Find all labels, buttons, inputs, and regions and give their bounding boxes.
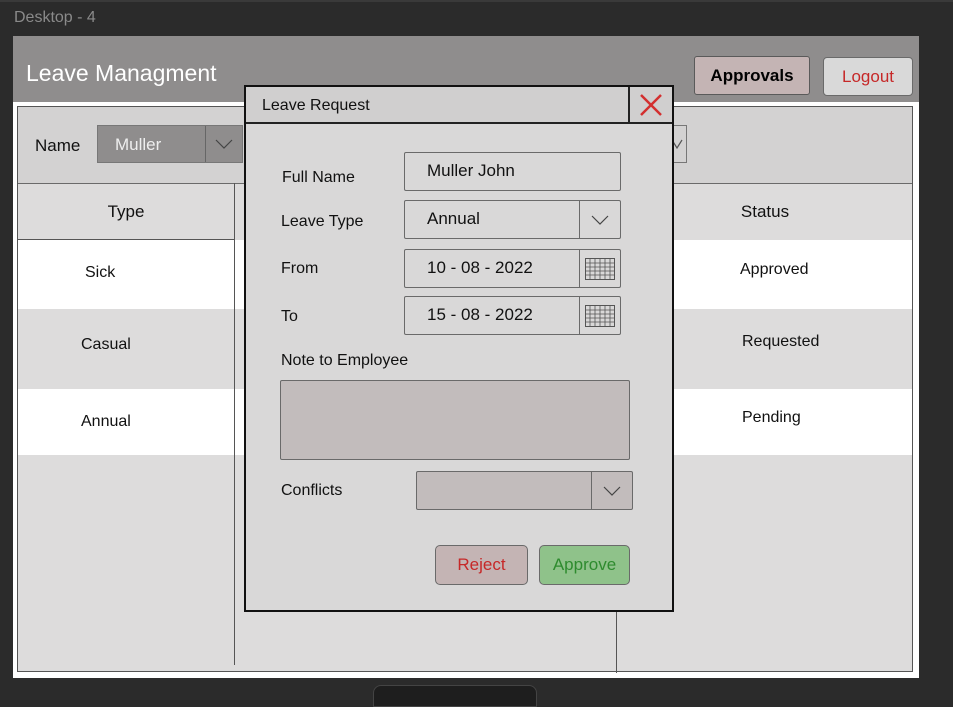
- chevron-down-icon[interactable]: [591, 472, 632, 509]
- bottom-tab: [373, 685, 537, 707]
- row-status: Approved: [740, 261, 809, 278]
- full-name-field[interactable]: Muller John: [404, 152, 621, 191]
- calendar-icon[interactable]: [579, 250, 620, 287]
- chevron-down-icon[interactable]: [205, 126, 242, 162]
- name-filter-label: Name: [35, 136, 81, 155]
- row-type: Casual: [81, 336, 131, 353]
- full-name-label: Full Name: [282, 169, 355, 186]
- approve-button[interactable]: Approve: [539, 545, 630, 585]
- chevron-down-icon[interactable]: [579, 201, 620, 238]
- row-status: Pending: [742, 409, 801, 426]
- from-date-value: 10 - 08 - 2022: [427, 258, 533, 277]
- name-filter-value: Muller: [115, 135, 162, 154]
- note-to-employee-textarea[interactable]: [280, 380, 630, 460]
- row-type: Annual: [81, 413, 131, 430]
- row-type: Sick: [85, 264, 116, 281]
- conflicts-label: Conflicts: [281, 482, 343, 499]
- from-date-field[interactable]: 10 - 08 - 2022: [404, 249, 621, 288]
- approvals-button[interactable]: Approvals: [694, 56, 810, 95]
- note-label: Note to Employee: [281, 352, 409, 369]
- to-date-value: 15 - 08 - 2022: [427, 305, 533, 324]
- app-title: Leave Managment: [26, 60, 217, 86]
- to-label: To: [281, 308, 298, 325]
- dialog-header: Leave Request: [246, 87, 672, 124]
- leave-request-dialog: Leave Request Full Name Muller John Leav…: [244, 85, 674, 612]
- close-icon[interactable]: [628, 87, 672, 122]
- logout-button[interactable]: Logout: [823, 57, 913, 96]
- leave-type-label: Leave Type: [281, 213, 364, 230]
- leave-type-select[interactable]: Annual: [404, 200, 621, 239]
- row-status: Requested: [742, 333, 820, 350]
- to-date-field[interactable]: 15 - 08 - 2022: [404, 296, 621, 335]
- dialog-title: Leave Request: [262, 97, 370, 114]
- leave-type-value: Annual: [427, 209, 480, 228]
- top-border: [0, 0, 953, 2]
- calendar-icon[interactable]: [579, 297, 620, 334]
- conflicts-select[interactable]: [416, 471, 633, 510]
- name-filter-select[interactable]: Muller: [97, 125, 243, 163]
- reject-button[interactable]: Reject: [435, 545, 528, 585]
- from-label: From: [281, 260, 319, 277]
- full-name-value: Muller John: [427, 161, 515, 180]
- column-header-type: Type: [18, 185, 234, 239]
- frame-label: Desktop - 4: [14, 9, 96, 26]
- column-divider: [234, 183, 235, 665]
